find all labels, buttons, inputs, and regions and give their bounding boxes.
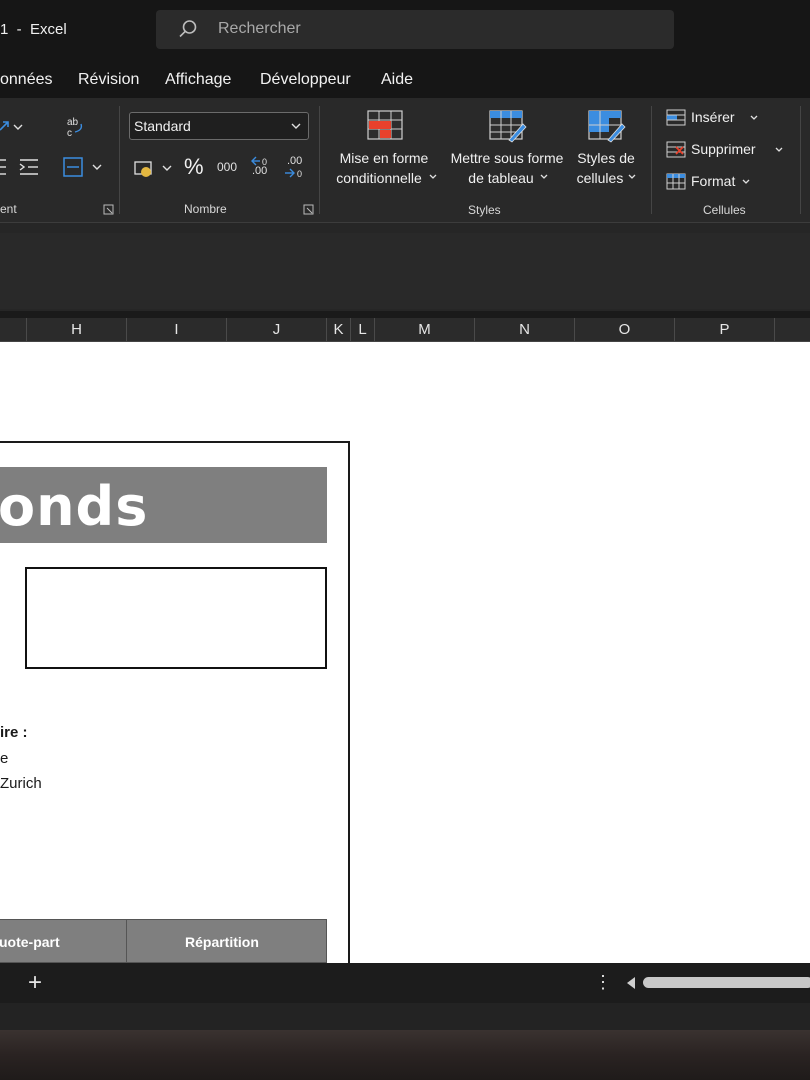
cells-group-label: Cellules: [703, 203, 746, 217]
svg-text:c: c: [67, 128, 72, 139]
insert-button[interactable]: Insérer: [665, 108, 790, 130]
number-format-select[interactable]: Standard: [129, 112, 309, 140]
conditional-formatting-icon: [367, 110, 403, 140]
wrap-text-icon[interactable]: ab c: [65, 115, 87, 139]
column-headers: H I J K L M N O P: [0, 318, 810, 342]
cell-styles-label-1: Styles de: [577, 150, 635, 166]
column-header-o[interactable]: O: [575, 318, 675, 341]
dialog-launcher-icon[interactable]: [103, 204, 114, 215]
column-header-j[interactable]: J: [227, 318, 327, 341]
search-placeholder: Rechercher: [218, 20, 301, 37]
table-header-label: uote-part: [0, 934, 60, 950]
delete-cells-icon: [666, 141, 686, 158]
orientation-icon[interactable]: [0, 118, 24, 134]
svg-text:ab: ab: [67, 117, 79, 128]
menu-bar: onnées Révision Affichage Développeur Ai…: [0, 62, 810, 98]
menu-affichage[interactable]: Affichage: [165, 71, 231, 89]
separator: [119, 106, 120, 214]
chevron-down-icon: [540, 174, 548, 179]
column-header-m[interactable]: M: [375, 318, 475, 341]
chevron-down-icon: [775, 147, 783, 152]
horizontal-scrollbar[interactable]: [623, 973, 810, 993]
column-header-p[interactable]: P: [675, 318, 775, 341]
cell-styles-icon: [588, 110, 626, 143]
menu-developpeur[interactable]: Développeur: [260, 71, 351, 89]
percent-button[interactable]: %: [184, 154, 204, 180]
decrease-decimal-label: .00: [287, 155, 303, 167]
insert-label: Insérer: [691, 109, 735, 125]
increase-decimal-button[interactable]: 0 .00: [250, 155, 274, 179]
label-beneficiaire: ire :: [0, 724, 28, 741]
column-header-h[interactable]: H: [27, 318, 127, 341]
more-options-button[interactable]: ⋮: [594, 972, 612, 993]
chevron-down-icon: [628, 174, 636, 179]
chevron-down-icon: [291, 123, 301, 129]
format-label: Format: [691, 173, 736, 189]
formula-bar[interactable]: [0, 233, 810, 309]
format-as-table-button[interactable]: Mettre sous forme de tableau: [445, 108, 569, 198]
chevron-down-icon: [429, 174, 437, 179]
ribbon: ab c ent Standard % 000 0 .00 .00 0 Nomb…: [0, 98, 810, 222]
desktop-background: [0, 1030, 810, 1080]
number-format-value: Standard: [134, 118, 191, 134]
separator: [319, 106, 320, 214]
format-cells-icon: [666, 173, 686, 190]
search-icon: [179, 20, 197, 38]
currency-icon[interactable]: [133, 158, 175, 180]
svg-text:0: 0: [297, 169, 302, 179]
title-banner: onds: [0, 467, 327, 543]
column-header-k[interactable]: K: [327, 318, 351, 341]
alignment-group-label: ent: [0, 202, 17, 216]
column-header-q[interactable]: [775, 318, 810, 341]
column-header-n[interactable]: N: [475, 318, 575, 341]
add-sheet-button[interactable]: +: [28, 969, 42, 997]
column-header-l[interactable]: L: [351, 318, 375, 341]
menu-aide[interactable]: Aide: [381, 71, 413, 89]
decrease-decimal-button[interactable]: .00 0: [283, 155, 307, 179]
insert-cells-icon: [666, 109, 686, 126]
menu-donnees[interactable]: onnées: [0, 71, 53, 89]
thousands-button[interactable]: 000: [217, 160, 237, 174]
sheet-tabs-bar: + ⋮: [0, 963, 810, 1003]
merge-cells-icon[interactable]: [62, 156, 104, 178]
chevron-down-icon: [750, 115, 758, 120]
status-bar: [0, 1003, 810, 1030]
chevron-down-icon: [742, 179, 750, 184]
indent-icon[interactable]: [0, 158, 40, 176]
banner-title: onds: [0, 475, 149, 538]
window-title: 1 - Excel: [0, 21, 67, 38]
format-as-table-icon: [489, 110, 527, 143]
worksheet-grid[interactable]: onds ire : e Zurich uote-part Répartitio…: [0, 342, 810, 981]
conditional-formatting-label-1: Mise en forme: [339, 150, 429, 166]
scrollbar-thumb[interactable]: [643, 977, 810, 988]
format-as-table-label-1: Mettre sous forme: [450, 150, 564, 166]
dialog-launcher-icon[interactable]: [303, 204, 314, 215]
formula-bar-area: [0, 222, 810, 311]
arrow-right-icon: 0: [285, 168, 302, 179]
table-header-repartition: Répartition: [126, 919, 327, 963]
column-header-i[interactable]: I: [127, 318, 227, 341]
separator: [651, 106, 652, 214]
table-header-quote-part: uote-part: [0, 919, 127, 963]
styles-group-label: Styles: [468, 203, 501, 217]
address-line-1: e: [0, 750, 9, 767]
address-line-2: Zurich: [0, 775, 42, 792]
empty-box: [25, 567, 327, 669]
scroll-left-icon[interactable]: [625, 976, 637, 990]
format-button[interactable]: Format: [665, 172, 790, 194]
search-input[interactable]: Rechercher: [156, 10, 674, 49]
cell-styles-label-2: cellules: [576, 170, 624, 186]
table-header-label: Répartition: [185, 934, 259, 950]
cell-styles-button[interactable]: Styles de cellules: [571, 108, 641, 198]
number-group-label: Nombre: [184, 202, 227, 216]
increase-decimal-label: .00: [252, 165, 268, 177]
delete-button[interactable]: Supprimer: [665, 140, 790, 162]
menu-revision[interactable]: Révision: [78, 71, 139, 89]
title-bar: 1 - Excel Rechercher: [0, 0, 810, 62]
conditional-formatting-label-2: conditionnelle: [336, 170, 422, 186]
conditional-formatting-button[interactable]: Mise en forme conditionnelle: [328, 108, 440, 198]
separator: [800, 106, 801, 214]
column-header-g[interactable]: [0, 318, 27, 341]
delete-label: Supprimer: [691, 141, 756, 157]
